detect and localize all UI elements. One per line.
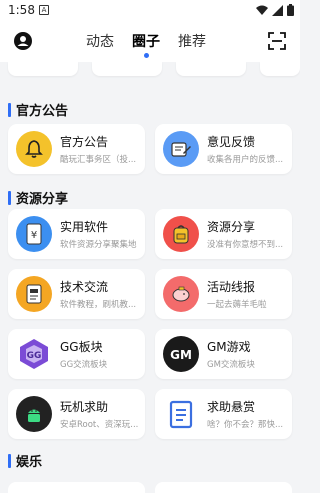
card-gm-games[interactable]: GM GM游戏 GM交流板块 xyxy=(155,329,292,379)
section-title-entertainment: 娱乐 xyxy=(8,451,42,470)
tab-recommend[interactable]: 推荐 xyxy=(178,31,206,51)
section-title-text: 资源分享 xyxy=(16,192,69,207)
card-activity-news[interactable]: 活动线报 一起去薅羊毛啦 xyxy=(155,269,292,319)
card-title: 求助悬赏 xyxy=(207,400,256,414)
section-title-text: 官方公告 xyxy=(16,104,69,119)
card-phone-help[interactable]: 玩机求助 安卓Root、资深玩... xyxy=(8,389,145,439)
gg-logo-icon: GG xyxy=(16,336,52,372)
card-title: 官方公告 xyxy=(60,135,109,149)
card-subtitle: 酷玩汇事务区（投... xyxy=(60,155,137,165)
svg-text:¥: ¥ xyxy=(31,230,37,241)
status-icons xyxy=(256,4,294,16)
tab-circle[interactable]: 圈子 xyxy=(132,31,160,58)
card-subtitle: 软件教程，刷机教... xyxy=(60,300,137,310)
section-accent-bar xyxy=(8,102,11,117)
card-peek xyxy=(155,482,292,493)
card-title: 资源分享 xyxy=(207,220,256,234)
svg-text:GM: GM xyxy=(170,348,192,362)
gm-logo-icon: GM xyxy=(163,336,199,372)
software-icon: ¥ xyxy=(16,216,52,252)
battery-icon xyxy=(287,4,294,16)
tab-label: 推荐 xyxy=(178,34,206,50)
section-accent-bar xyxy=(8,453,11,468)
card-title: 实用软件 xyxy=(60,220,109,234)
bell-icon xyxy=(16,131,52,167)
card-title: GM游戏 xyxy=(207,340,251,354)
card-title: 技术交流 xyxy=(60,280,109,294)
card-subtitle: 啥？你不会？那快... xyxy=(207,420,284,430)
card-title: 玩机求助 xyxy=(60,400,109,414)
card-subtitle: 软件资源分享聚集地 xyxy=(60,240,137,250)
card-subtitle: GM交流板块 xyxy=(207,360,255,370)
list-icon xyxy=(163,396,199,432)
section-title-announcements: 官方公告 xyxy=(8,100,68,119)
scrolled-card-peek xyxy=(8,62,78,76)
notification-icon: A xyxy=(39,5,49,15)
tab-label: 圈子 xyxy=(132,34,160,50)
scan-icon[interactable] xyxy=(268,32,286,50)
tab-label: 动态 xyxy=(86,34,114,50)
card-title: 活动线报 xyxy=(207,280,256,294)
card-official-announcement[interactable]: 官方公告 酷玩汇事务区（投... xyxy=(8,124,145,174)
section-title-text: 娱乐 xyxy=(16,455,43,470)
section-accent-bar xyxy=(8,190,11,205)
card-resource-share[interactable]: 资源分享 没准有你意想不到... xyxy=(155,209,292,259)
card-subtitle: 安卓Root、资深玩... xyxy=(60,420,139,430)
scrolled-card-peek xyxy=(176,62,246,76)
feedback-icon xyxy=(163,131,199,167)
card-useful-software[interactable]: ¥ 实用软件 软件资源分享聚集地 xyxy=(8,209,145,259)
section-title-resource-sharing: 资源分享 xyxy=(8,188,68,207)
avatar-icon[interactable] xyxy=(14,32,32,50)
card-bounty-help[interactable]: 求助悬赏 啥？你不会？那快... xyxy=(155,389,292,439)
android-icon xyxy=(16,396,52,432)
top-bar: 动态 圈子 推荐 xyxy=(0,22,300,62)
status-bar: 1:58 A xyxy=(0,0,300,22)
card-peek xyxy=(8,482,145,493)
card-gg-section[interactable]: GG GG板块 GG交流板块 xyxy=(8,329,145,379)
top-tabs: 动态 圈子 推荐 xyxy=(86,31,206,58)
card-tech-exchange[interactable]: 技术交流 软件教程，刷机教... xyxy=(8,269,145,319)
document-icon xyxy=(16,276,52,312)
card-title: GG板块 xyxy=(60,340,103,354)
card-subtitle: 收集各用户的反馈... xyxy=(207,155,284,165)
card-feedback[interactable]: 意见反馈 收集各用户的反馈... xyxy=(155,124,292,174)
active-tab-indicator xyxy=(144,53,149,58)
scrolled-card-peek xyxy=(260,62,300,76)
svg-text:GG: GG xyxy=(27,351,42,361)
content-area[interactable]: 官方公告 官方公告 酷玩汇事务区（投... 意见反馈 收集各用户的反馈... 资… xyxy=(0,62,300,493)
card-subtitle: 一起去薅羊毛啦 xyxy=(207,300,267,310)
scrolled-card-peek xyxy=(92,62,162,76)
status-time: 1:58 xyxy=(8,3,35,17)
signal-icon xyxy=(272,4,283,16)
tab-dynamic[interactable]: 动态 xyxy=(86,31,114,51)
card-subtitle: 没准有你意想不到... xyxy=(207,240,284,250)
backpack-icon xyxy=(163,216,199,252)
card-subtitle: GG交流板块 xyxy=(60,360,108,370)
piggy-bank-icon xyxy=(163,276,199,312)
wifi-icon xyxy=(256,5,268,15)
card-title: 意见反馈 xyxy=(207,135,256,149)
